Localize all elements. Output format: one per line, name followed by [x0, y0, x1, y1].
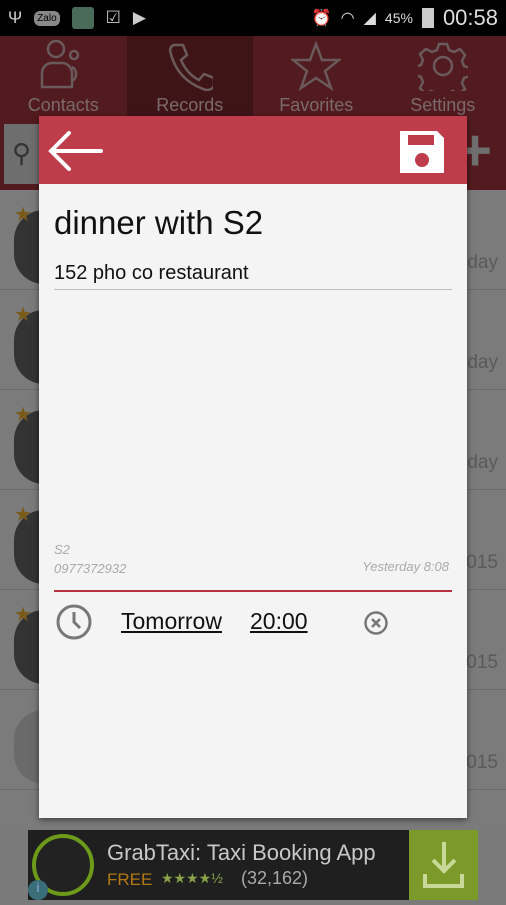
clock-time: 00:58 [443, 5, 498, 31]
tab-bar: Contacts Records Favorites Settings [0, 36, 506, 118]
favorite-star-icon: ★ [14, 502, 32, 527]
back-arrow-icon[interactable] [47, 130, 105, 172]
divider [54, 590, 452, 592]
star-icon [291, 41, 341, 91]
tab-favorites[interactable]: Favorites [253, 36, 380, 118]
ad-rating-count: (32,162) [241, 868, 308, 889]
search-icon[interactable]: ⚲ [4, 124, 44, 184]
signal-icon: ◢ [364, 8, 376, 28]
wifi-icon: ◠ [341, 8, 355, 28]
battery-percent: 45% [385, 10, 413, 26]
record-time: 015 [466, 752, 498, 774]
tab-label: Favorites [279, 95, 353, 116]
record-timestamp: Yesterday 8:08 [362, 559, 449, 574]
favorite-star-icon: ★ [14, 202, 32, 227]
ad-download-button[interactable] [409, 830, 478, 900]
tab-label: Settings [410, 95, 475, 116]
dialog-header [39, 116, 467, 184]
clock-icon [55, 603, 93, 641]
clear-reminder-icon[interactable] [363, 610, 389, 636]
contact-info: S2 0977372932 [54, 540, 126, 578]
favorite-star-icon: ★ [14, 302, 32, 327]
contacts-icon [36, 37, 90, 91]
record-time: day [467, 252, 498, 274]
save-icon[interactable] [397, 128, 447, 176]
gear-icon [418, 41, 468, 91]
alarm-icon: ⏰ [312, 8, 332, 28]
contact-name: S2 [54, 540, 126, 559]
contact-phone: 0977372932 [54, 559, 126, 578]
record-note-input[interactable]: 152 pho co restaurant [54, 262, 452, 290]
record-time: day [467, 352, 498, 374]
phone-icon [167, 41, 213, 91]
usb-icon: Ψ [8, 8, 22, 28]
ad-price: FREE [107, 870, 152, 890]
edit-record-dialog: dinner with S2 152 pho co restaurant S2 … [39, 116, 467, 818]
app-icon [72, 7, 94, 29]
record-time: 015 [466, 552, 498, 574]
status-bar: Ψ Zalo ☑ ▶ ⏰ ◠ ◢ 45% 00:58 [0, 0, 506, 36]
ad-title: GrabTaxi: Taxi Booking App [107, 840, 376, 866]
tab-label: Contacts [28, 95, 99, 116]
tab-contacts[interactable]: Contacts [0, 36, 127, 118]
ad-banner[interactable]: GrabTaxi: Taxi Booking App FREE ★★★★½ (3… [28, 830, 478, 900]
briefcase-play-icon: ▶ [133, 8, 146, 28]
zalo-icon: Zalo [34, 11, 59, 26]
download-icon [409, 830, 478, 900]
tab-settings[interactable]: Settings [380, 36, 506, 118]
reminder-time-picker[interactable]: 20:00 [250, 608, 308, 635]
favorite-star-icon: ★ [14, 602, 32, 627]
record-time: 015 [466, 652, 498, 674]
reminder-date-picker[interactable]: Tomorrow [121, 608, 222, 635]
tab-records[interactable]: Records [127, 36, 254, 118]
tab-label: Records [156, 95, 223, 116]
ad-info-icon[interactable]: i [28, 880, 48, 900]
record-title[interactable]: dinner with S2 [54, 204, 263, 242]
briefcase-check-icon: ☑ [106, 8, 121, 28]
battery-charging-icon [422, 8, 434, 28]
ad-rating-stars: ★★★★½ [161, 870, 223, 887]
favorite-star-icon: ★ [14, 402, 32, 427]
record-time: day [467, 452, 498, 474]
